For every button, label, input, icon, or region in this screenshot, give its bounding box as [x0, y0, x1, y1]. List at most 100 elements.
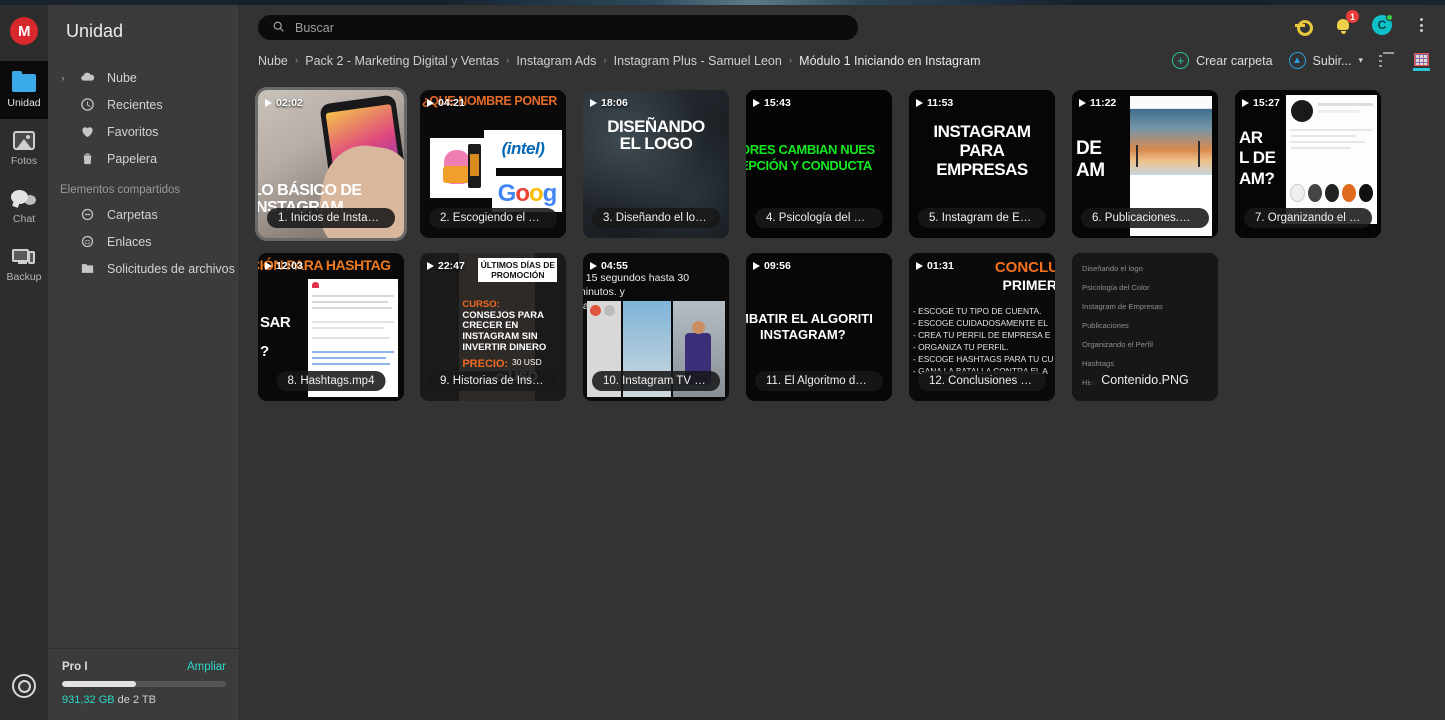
file-name: 8. Hashtags.mp4	[276, 371, 386, 391]
file-card-12[interactable]: CONCLU PRIMER - ESCOGE TU TIPO DE CUENTA…	[909, 253, 1055, 401]
sidebar-title: Unidad	[66, 21, 124, 41]
sidebar-label-recientes: Recientes	[107, 97, 163, 112]
main-content: 1 C Nube › Pack 2 - Marketing Digital y …	[240, 5, 1445, 720]
file-card-3[interactable]: DISEÑANDO EL LOGO 18:06 3. Diseñando el l…	[583, 90, 729, 238]
rail-item-backup[interactable]: Backup	[0, 235, 48, 293]
storage-widget: Pro I Ampliar 931,32 GB de 2 TB	[48, 648, 240, 720]
grid-view-icon[interactable]	[1413, 52, 1431, 71]
video-duration: 09:56	[753, 260, 791, 272]
achievements-icon[interactable]	[12, 674, 36, 698]
sidebar-item-solicitudes[interactable]: Solicitudes de archivos	[48, 255, 239, 282]
avatar-initial: C	[1377, 18, 1387, 32]
sidebar-item-recientes[interactable]: Recientes	[48, 91, 239, 118]
create-folder-button[interactable]: + Crear carpeta	[1172, 52, 1273, 69]
storage-progress-fill	[62, 681, 136, 687]
link-icon	[78, 232, 97, 251]
rail-item-fotos[interactable]: Fotos	[0, 119, 48, 177]
notifications-bell-icon[interactable]: 1	[1333, 10, 1359, 35]
file-card-13[interactable]: Diseñando el logo Psicología del Color I…	[1072, 253, 1218, 401]
chevron-right-icon[interactable]: ›	[58, 73, 68, 83]
file-name: 5. Instagram de Empr...	[918, 208, 1046, 228]
file-card-7[interactable]: AR L DE AM? 15:27 7. Organizando el Per.…	[1235, 90, 1381, 238]
sidebar-item-papelera[interactable]: Papelera	[48, 145, 239, 172]
sidebar-item-favoritos[interactable]: Favoritos	[48, 118, 239, 145]
video-duration: 04:21	[427, 97, 465, 109]
storage-progress-bar	[62, 681, 226, 687]
plus-circle-icon: +	[1172, 52, 1190, 69]
video-duration: 11:53	[916, 97, 953, 109]
rail-label-chat: Chat	[12, 213, 36, 226]
file-name: 10. Instagram TV (IGT...	[592, 371, 720, 391]
file-card-6[interactable]: DE AM 11:22 6. Publicaciones.mp4	[1072, 90, 1218, 238]
chevron-right-icon: ›	[294, 55, 299, 66]
sidebar-label-papelera: Papelera	[107, 151, 158, 166]
file-card-10[interactable]: e 15 segundos hasta 30 minutos. ydas. 04…	[583, 253, 729, 401]
online-status-dot	[1386, 14, 1393, 21]
video-duration: 15:27	[1242, 97, 1280, 109]
file-request-icon	[78, 259, 97, 278]
search-input[interactable]	[295, 20, 844, 35]
file-name: 9. Historias de Instagr...	[429, 371, 557, 391]
video-duration: 11:22	[1079, 97, 1116, 109]
breadcrumb-item-3[interactable]: Instagram Plus - Samuel Leon	[614, 54, 782, 68]
avatar[interactable]: C	[1372, 14, 1393, 35]
file-name: 6. Publicaciones.mp4	[1081, 208, 1209, 228]
video-duration: 15:43	[753, 97, 791, 109]
file-card-1[interactable]: LO BÁSICO DEINSTAGRAM 02:02 1. Inicios d…	[258, 90, 404, 238]
file-card-2[interactable]: ¿QUE NOMBRE PONER (intel) Goog 04:21 2. …	[420, 90, 566, 238]
photos-icon	[11, 129, 37, 153]
app-rail: M Unidad Fotos Chat Backup	[0, 5, 48, 720]
sidebar-item-enlaces[interactable]: Enlaces	[48, 228, 239, 255]
create-folder-label: Crear carpeta	[1196, 53, 1273, 68]
sidebar: Unidad › Nube Recientes Favoritos Papele…	[48, 5, 240, 720]
kebab-menu-icon[interactable]	[1411, 15, 1431, 35]
sidebar-label-solicitudes: Solicitudes de archivos	[107, 261, 235, 276]
mega-logo[interactable]: M	[10, 17, 38, 45]
file-name: 7. Organizando el Per...	[1244, 208, 1372, 228]
video-duration: 01:31	[916, 260, 954, 272]
breadcrumb-item-4[interactable]: Módulo 1 Iniciando en Instagram	[799, 54, 980, 68]
file-card-9[interactable]: ÚLTIMOS DÍAS DE PROMOCIÓN CURSO: CONSEJOS…	[420, 253, 566, 401]
chevron-right-icon: ›	[506, 55, 510, 66]
folder-icon	[11, 71, 37, 95]
breadcrumb-item-0[interactable]: Nube	[258, 54, 288, 68]
storage-upgrade-link[interactable]: Ampliar	[187, 661, 226, 673]
trash-icon	[78, 149, 97, 168]
upload-label: Subir...	[1312, 53, 1352, 68]
chevron-right-icon: ›	[603, 55, 607, 66]
chevron-right-icon: ›	[788, 55, 793, 66]
notification-badge: 1	[1346, 10, 1359, 23]
chevron-down-icon[interactable]: ▾	[1358, 55, 1363, 66]
clock-icon	[78, 95, 97, 114]
rail-label-unidad: Unidad	[7, 97, 41, 110]
storage-plan-label: Pro I	[62, 661, 88, 673]
rail-item-chat[interactable]: Chat	[0, 177, 48, 235]
chat-icon	[11, 187, 37, 211]
breadcrumb-row: Nube › Pack 2 - Marketing Digital y Vent…	[240, 48, 1445, 73]
mega-app-window: M Unidad Fotos Chat Backup Unidad › Nube…	[0, 5, 1445, 720]
file-card-5[interactable]: INSTAGRAM PARA EMPRESAS 11:53 5. Instagr…	[909, 90, 1055, 238]
video-duration: 22:47	[427, 260, 465, 272]
file-card-11[interactable]: MBATIR EL ALGORITI INSTAGRAM? 09:56 11. E…	[746, 253, 892, 401]
file-card-4[interactable]: ORES CAMBIAN NUES EPCIÓN Y CONDUCTA 15:43…	[746, 90, 892, 238]
file-card-8[interactable]: CIÓN PARA HASHTAG SAR? 12:03 8. Hashtags…	[258, 253, 404, 401]
sidebar-item-carpetas[interactable]: Carpetas	[48, 201, 239, 228]
sidebar-section-shared: Elementos compartidos	[60, 184, 181, 196]
file-name: 11. El Algoritmo de In...	[755, 371, 883, 391]
breadcrumb-item-2[interactable]: Instagram Ads	[516, 54, 596, 68]
file-name: Contenido.PNG	[1090, 369, 1200, 391]
sidebar-item-nube[interactable]: › Nube	[48, 64, 239, 91]
sidebar-label-carpetas: Carpetas	[107, 207, 158, 222]
conclusion-list: - ESCOGE TU TIPO DE CUENTA. - ESCOGE CUI…	[913, 306, 1054, 376]
list-view-icon[interactable]	[1379, 51, 1397, 70]
breadcrumb-item-1[interactable]: Pack 2 - Marketing Digital y Ventas	[305, 54, 499, 68]
storage-used-value: 931,32 GB	[62, 694, 115, 706]
rail-item-unidad[interactable]: Unidad	[0, 61, 48, 119]
file-name: 12. Conclusiones Pri...	[918, 371, 1046, 391]
video-duration: 18:06	[590, 97, 628, 109]
shared-folders-icon	[78, 205, 97, 224]
key-icon[interactable]	[1294, 15, 1314, 36]
upload-button[interactable]: ▲ Subir... ▾	[1288, 52, 1363, 69]
search-bar[interactable]	[258, 15, 858, 40]
breadcrumb: Nube › Pack 2 - Marketing Digital y Vent…	[240, 54, 981, 68]
